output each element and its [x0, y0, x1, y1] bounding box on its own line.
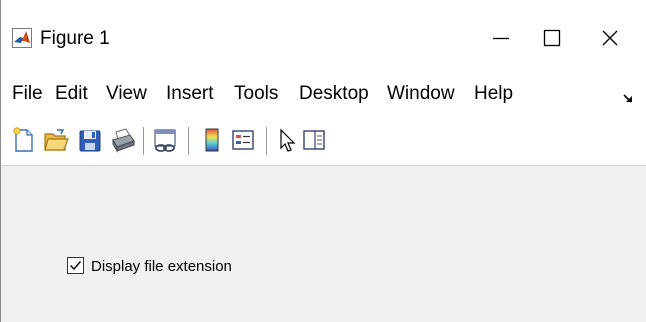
menu-window-clip: Window [387, 82, 469, 108]
menu-insert[interactable]: Insert [166, 82, 214, 106]
colorbar-icon[interactable] [199, 126, 225, 154]
menu-file[interactable]: File [12, 82, 43, 106]
toolbar-separator [188, 127, 189, 155]
menu-help[interactable]: Help [474, 82, 513, 106]
close-button[interactable] [577, 18, 643, 58]
matlab-logo-icon [12, 28, 32, 48]
window-title: Figure 1 [40, 28, 110, 49]
new-document-icon[interactable] [11, 126, 37, 154]
legend-icon[interactable] [230, 126, 256, 154]
figure-canvas: Display file extension [2, 166, 646, 322]
display-extension-checkbox[interactable] [67, 257, 84, 274]
plot-tools-icon[interactable] [301, 126, 327, 154]
toolbar-separator [143, 127, 144, 155]
title-bar[interactable]: Figure 1 [1, 0, 646, 72]
menu-view[interactable]: View [106, 82, 147, 106]
menu-bar: File Edit View Insert Tools Desktop Wind… [1, 72, 646, 116]
figure-toolbar [1, 116, 646, 166]
figure-window: Figure 1 File Edit View Insert Tools Des… [0, 0, 646, 322]
maximize-icon [543, 29, 561, 47]
pointer-arrow-icon[interactable] [275, 126, 301, 154]
toolbar-separator [266, 127, 267, 155]
maximize-button[interactable] [487, 18, 561, 58]
menu-desktop-clip: Desktop [299, 82, 383, 108]
menu-edit[interactable]: Edit [55, 82, 88, 106]
link-plot-icon[interactable] [152, 126, 178, 154]
printer-icon[interactable] [110, 126, 136, 154]
menu-desktop[interactable]: Desktop [299, 82, 369, 106]
open-folder-icon[interactable] [43, 126, 69, 154]
menu-window[interactable]: Window [387, 82, 455, 106]
display-extension-label[interactable]: Display file extension [91, 258, 232, 275]
menu-tools[interactable]: Tools [234, 82, 278, 106]
checkmark-icon [70, 261, 82, 271]
overflow-arrow-icon[interactable] [622, 92, 636, 106]
save-disk-icon[interactable] [77, 126, 103, 154]
close-icon [602, 30, 618, 46]
